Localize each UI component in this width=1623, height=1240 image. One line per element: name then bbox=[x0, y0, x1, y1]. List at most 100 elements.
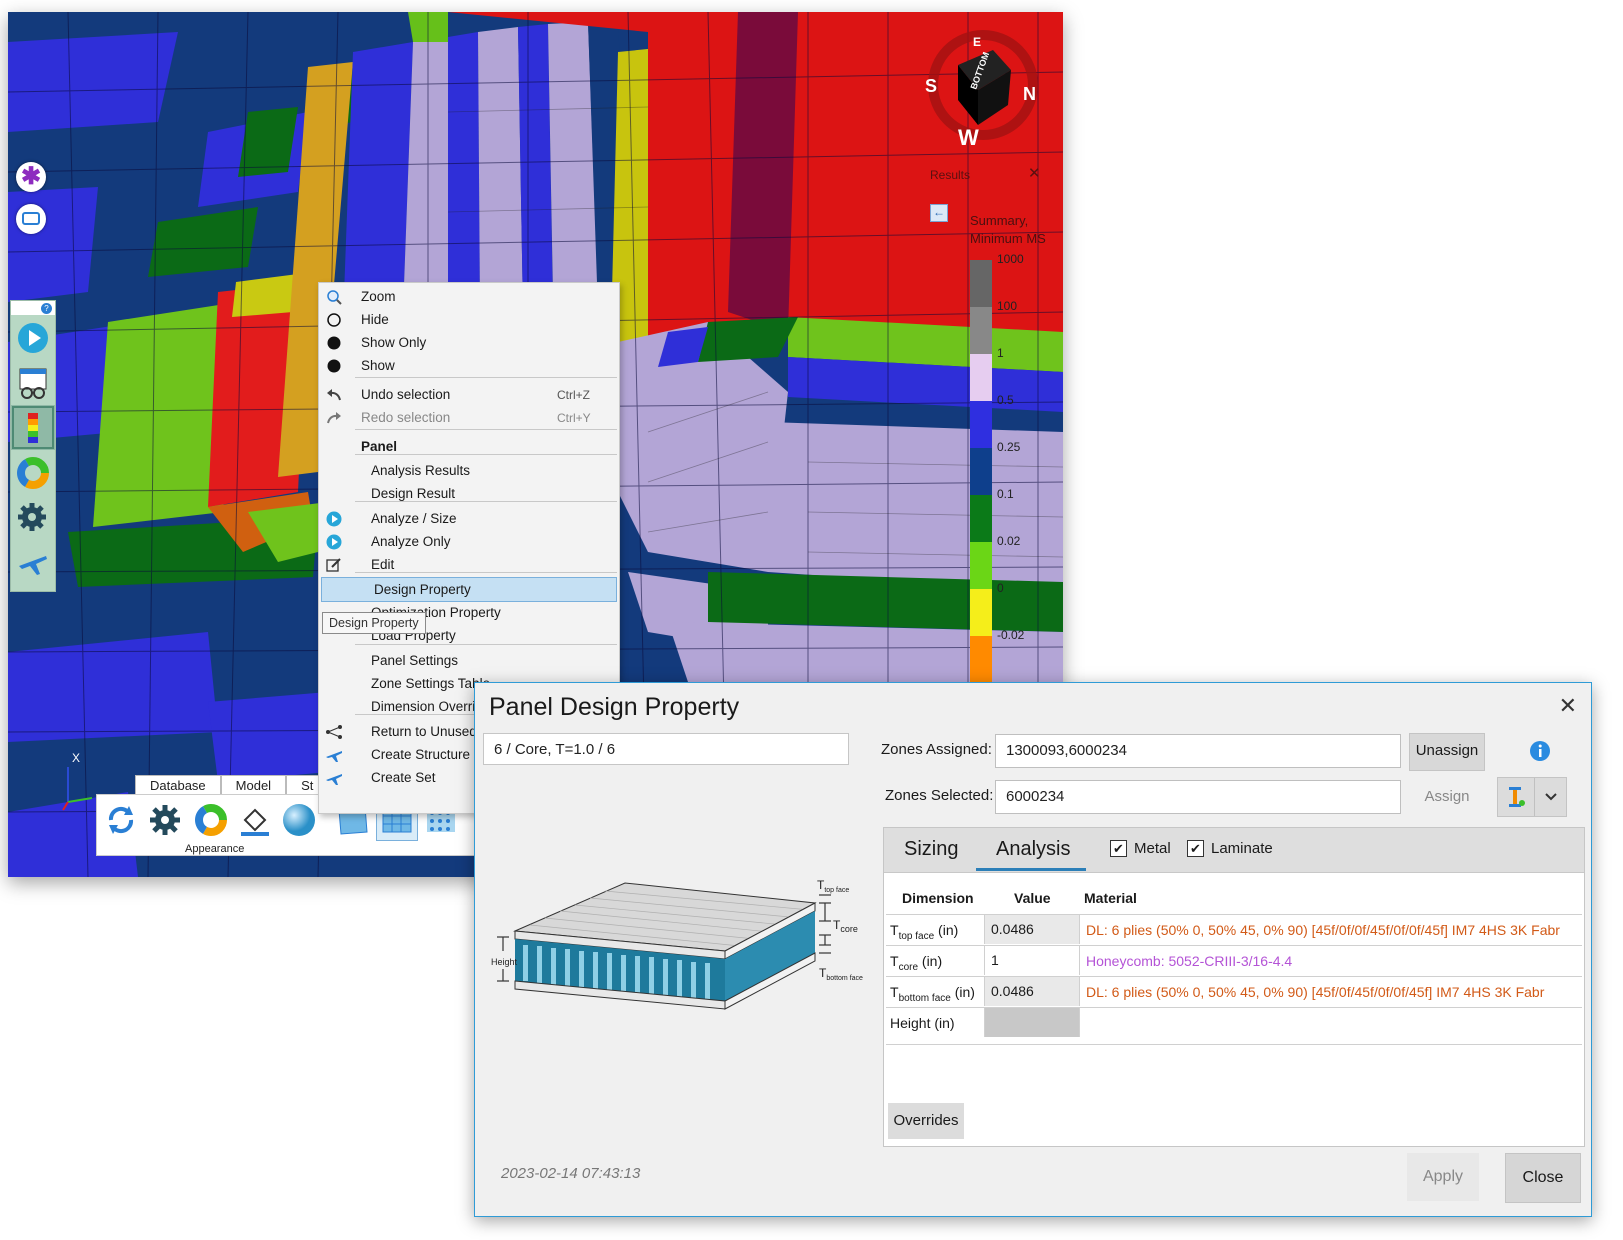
menu-item-analyze-size[interactable]: Analyze / Size bbox=[319, 507, 619, 530]
legend-label: 1 bbox=[997, 346, 1004, 360]
asterisk-icon: ✱ bbox=[20, 163, 42, 190]
results-close-icon[interactable]: ✕ bbox=[1028, 164, 1041, 182]
legend-swatch bbox=[970, 589, 992, 636]
analyze-button[interactable] bbox=[11, 315, 55, 360]
checkmark-icon: ✔ bbox=[1190, 841, 1201, 856]
zone-tool-split-button[interactable] bbox=[1497, 777, 1567, 817]
timestamp: 2023-02-14 07:43:13 bbox=[501, 1165, 641, 1182]
view-button[interactable] bbox=[11, 360, 55, 405]
nav-cube[interactable]: BOTTOM S E N W bbox=[923, 30, 1043, 150]
select-box-button[interactable] bbox=[16, 204, 46, 234]
tooltip: Design Property bbox=[322, 612, 426, 634]
help-icon[interactable]: ? bbox=[41, 303, 52, 314]
show-only-icon bbox=[325, 334, 342, 351]
donut-chart-icon bbox=[17, 456, 49, 489]
dialog-close-icon[interactable]: ✕ bbox=[1559, 693, 1577, 719]
select-all-button[interactable]: ✱ bbox=[16, 162, 46, 192]
compass-e: E bbox=[973, 35, 981, 49]
results-legend-panel: Results ✕ ← Summary, Minimum MS 1000 100 1… bbox=[918, 160, 1058, 730]
menu-item-label: Analyze / Size bbox=[371, 511, 457, 526]
material-cell[interactable]: Honeycomb: 5052-CRIII-3/16-4.4 bbox=[1086, 953, 1292, 969]
legend-swatch bbox=[970, 260, 992, 307]
ribbon-settings-button[interactable] bbox=[145, 800, 185, 840]
material-cell[interactable]: DL: 6 plies (50% 0, 50% 45, 0% 90) [45f/… bbox=[1086, 984, 1544, 1000]
value-cell[interactable] bbox=[984, 1008, 1080, 1037]
legend-label: 100 bbox=[997, 299, 1018, 313]
settings-button[interactable] bbox=[11, 495, 55, 540]
legend-swatch bbox=[970, 401, 992, 448]
menu-item-hide[interactable]: Hide bbox=[319, 308, 619, 331]
menu-item-label: Create Structure bbox=[371, 747, 471, 762]
legend-swatch bbox=[970, 354, 992, 401]
dimension-cell: Height (in) bbox=[890, 1015, 955, 1031]
legend-swatch bbox=[970, 636, 992, 683]
axis-triad: X bbox=[62, 752, 93, 811]
menu-item-edit[interactable]: Edit bbox=[319, 553, 619, 576]
zones-assigned-field[interactable]: 1300093,6000234 bbox=[995, 734, 1401, 768]
table-row: Tbottom face (in) 0.0486 DL: 6 plies (50% … bbox=[886, 976, 1582, 1007]
edit-icon bbox=[325, 556, 342, 573]
zones-selected-field[interactable]: 6000234 bbox=[995, 780, 1401, 814]
menu-item-show-only[interactable]: Show Only bbox=[319, 331, 619, 354]
overrides-button[interactable]: Overrides bbox=[888, 1103, 964, 1139]
menu-item-label: Panel Settings bbox=[371, 653, 459, 668]
axis-x-label: X bbox=[72, 752, 80, 765]
property-name-field[interactable]: 6 / Core, T=1.0 / 6 bbox=[483, 733, 849, 765]
menu-item-undo-selection[interactable]: Undo selection Ctrl+Z bbox=[319, 383, 619, 406]
menu-item-zoom[interactable]: Zoom bbox=[319, 285, 619, 308]
airplane-icon bbox=[325, 746, 342, 763]
value-cell[interactable]: 0.0486 bbox=[984, 977, 1080, 1006]
metal-checkbox[interactable]: ✔ bbox=[1110, 840, 1127, 857]
menu-item-design-property[interactable]: Design Property bbox=[321, 577, 617, 602]
apply-button[interactable]: Apply bbox=[1407, 1153, 1479, 1201]
hide-icon bbox=[325, 311, 342, 328]
table-row: Height (in) bbox=[886, 1007, 1582, 1038]
close-button[interactable]: Close bbox=[1505, 1153, 1581, 1203]
menu-item-analyze-only[interactable]: Analyze Only bbox=[319, 530, 619, 553]
table-row: Tcore (in) 1 Honeycomb: 5052-CRIII-3/16-4.… bbox=[886, 945, 1582, 976]
refresh-icon bbox=[108, 806, 134, 834]
play-icon bbox=[18, 322, 48, 353]
value-cell[interactable]: 0.0486 bbox=[984, 915, 1080, 944]
menu-item-panel-settings[interactable]: Panel Settings bbox=[319, 649, 619, 672]
menu-item-design-result[interactable]: Design Result bbox=[319, 482, 619, 505]
compass-n: N bbox=[1023, 84, 1036, 104]
refresh-button[interactable] bbox=[101, 800, 141, 840]
tab-model[interactable]: Model bbox=[220, 775, 287, 795]
zones-assigned-label: Zones Assigned: bbox=[881, 741, 992, 758]
collapse-arrow-icon[interactable]: ← bbox=[930, 204, 948, 222]
menu-item-analysis-results[interactable]: Analysis Results bbox=[319, 459, 619, 482]
tab-sizing[interactable]: Sizing bbox=[904, 838, 958, 861]
i-beam-paint-icon bbox=[1509, 787, 1525, 807]
menu-item-label: Design Result bbox=[371, 486, 456, 501]
assign-button[interactable]: Assign bbox=[1417, 780, 1477, 814]
legend-label: 0.1 bbox=[997, 487, 1014, 501]
aircraft-button[interactable] bbox=[11, 540, 55, 585]
value-cell[interactable]: 1 bbox=[984, 946, 1080, 975]
menu-item-label: Undo selection bbox=[361, 387, 451, 402]
checkmark-icon: ✔ bbox=[1113, 841, 1124, 856]
svg-text:Tcore: Tcore bbox=[833, 918, 858, 934]
menu-item-label: Edit bbox=[371, 557, 395, 572]
menu-item-show[interactable]: Show bbox=[319, 354, 619, 377]
legend-swatch bbox=[970, 448, 992, 495]
donut-chart-icon bbox=[195, 804, 227, 836]
tab-database[interactable]: Database bbox=[135, 775, 221, 795]
color-ring-button[interactable] bbox=[191, 800, 231, 840]
material-sphere-button[interactable] bbox=[279, 800, 319, 840]
appearance-button[interactable] bbox=[11, 450, 55, 495]
laminate-checkbox[interactable]: ✔ bbox=[1187, 840, 1204, 857]
menu-item-label: Redo selection bbox=[361, 410, 451, 425]
menu-item-redo-selection[interactable]: Redo selection Ctrl+Y bbox=[319, 406, 619, 429]
left-toolbar: ? bbox=[10, 300, 56, 592]
legend-swatch bbox=[970, 542, 992, 589]
results-title: Results bbox=[930, 168, 971, 182]
results-contour-button[interactable] bbox=[11, 405, 55, 450]
dimension-cell: Tcore (in) bbox=[890, 953, 943, 973]
material-cell[interactable]: DL: 6 plies (50% 0, 50% 45, 0% 90) [45f/… bbox=[1086, 922, 1560, 938]
fill-button[interactable] bbox=[235, 800, 275, 840]
unassign-button[interactable]: Unassign bbox=[1409, 733, 1485, 771]
info-icon[interactable] bbox=[1529, 740, 1551, 762]
tab-analysis[interactable]: Analysis bbox=[996, 838, 1070, 861]
t-core-sub-label: core bbox=[840, 924, 858, 934]
